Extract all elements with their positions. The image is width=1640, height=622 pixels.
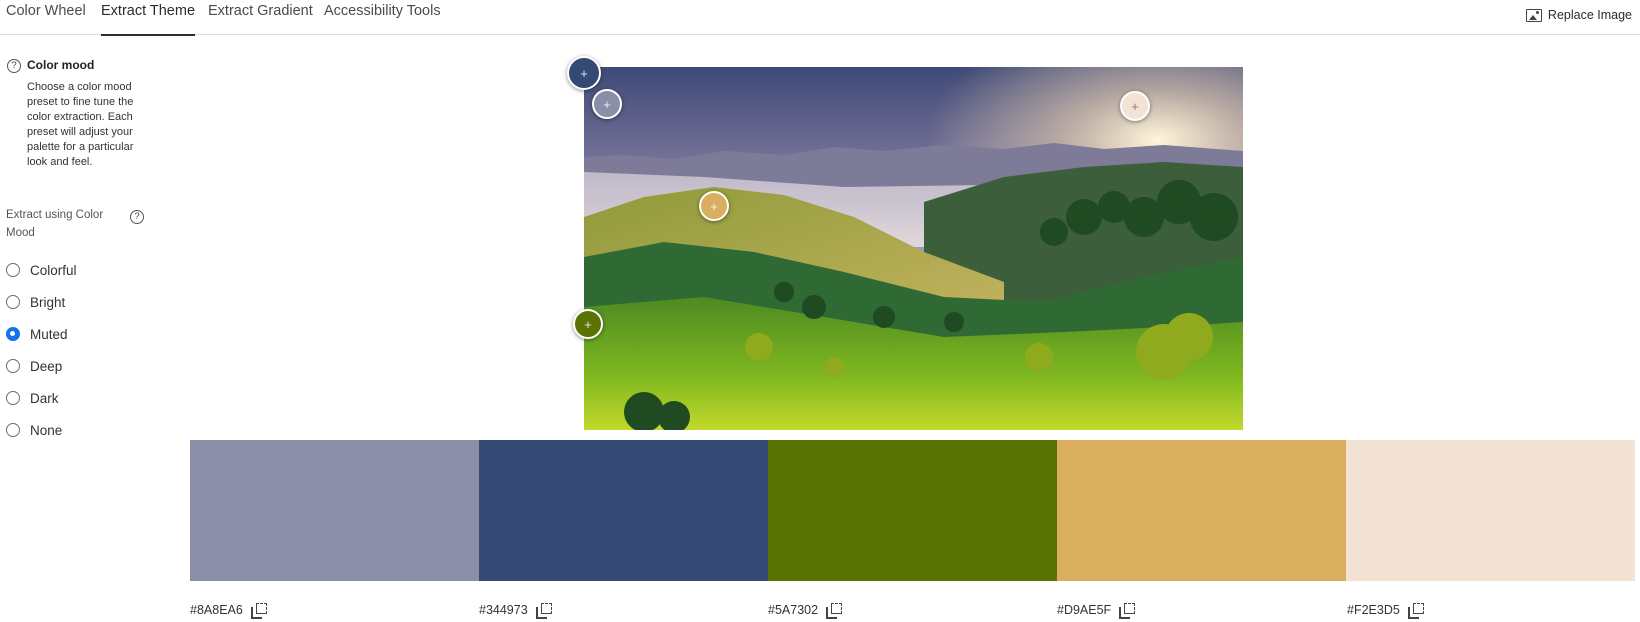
color-picker-handle[interactable]: + xyxy=(1120,91,1150,121)
color-picker-handle[interactable]: + xyxy=(699,191,729,221)
hex-value[interactable]: #F2E3D5 xyxy=(1347,603,1400,617)
extract-mood-label: Extract using Color Mood xyxy=(6,209,104,239)
color-swatch[interactable] xyxy=(479,440,768,581)
color-swatch[interactable] xyxy=(190,440,479,581)
swatch-hex-row: #8A8EA6 xyxy=(190,600,267,620)
color-swatch[interactable] xyxy=(1057,440,1346,581)
mood-option-bright[interactable]: Bright xyxy=(6,292,65,312)
source-image xyxy=(584,67,1243,430)
mood-option-dark[interactable]: Dark xyxy=(6,388,59,408)
mood-option-label: None xyxy=(30,422,63,438)
color-picker-handle[interactable]: + xyxy=(567,56,601,90)
tab-accessibility-tools[interactable]: Accessibility Tools xyxy=(324,0,441,35)
tab-extract-gradient[interactable]: Extract Gradient xyxy=(208,0,313,35)
copy-icon[interactable] xyxy=(250,603,267,619)
radio-button[interactable] xyxy=(6,359,20,373)
landscape-image xyxy=(584,67,1243,430)
radio-button[interactable] xyxy=(6,263,20,277)
help-icon[interactable]: ? xyxy=(7,59,21,73)
color-swatch[interactable] xyxy=(1346,440,1635,581)
mood-option-none[interactable]: None xyxy=(6,420,62,440)
help-icon[interactable]: ? xyxy=(130,210,144,224)
copy-icon[interactable] xyxy=(1119,603,1136,619)
color-picker-handle[interactable]: + xyxy=(592,89,622,119)
radio-button[interactable] xyxy=(6,423,20,437)
mood-option-colorful[interactable]: Colorful xyxy=(6,260,77,280)
mood-option-muted[interactable]: Muted xyxy=(6,324,68,344)
mood-option-label: Bright xyxy=(30,294,66,310)
radio-button-checked[interactable] xyxy=(6,327,20,341)
color-mood-description: Choose a color mood preset to fine tune … xyxy=(27,81,134,168)
hex-value[interactable]: #8A8EA6 xyxy=(190,603,243,617)
hex-value[interactable]: #344973 xyxy=(479,603,528,617)
radio-button[interactable] xyxy=(6,391,20,405)
mood-option-label: Colorful xyxy=(30,262,77,278)
swatch-hex-row: #D9AE5F xyxy=(1057,600,1136,620)
mood-option-label: Dark xyxy=(30,390,59,406)
hex-value[interactable]: #D9AE5F xyxy=(1057,603,1111,617)
mood-option-label: Muted xyxy=(30,326,68,342)
top-nav: Color Wheel Extract Theme Extract Gradie… xyxy=(0,0,1640,36)
mood-option-label: Deep xyxy=(30,358,63,374)
copy-icon[interactable] xyxy=(535,603,552,619)
tab-extract-theme[interactable]: Extract Theme xyxy=(101,0,196,36)
swatch-hex-row: #F2E3D5 xyxy=(1347,600,1424,620)
copy-icon[interactable] xyxy=(826,603,843,619)
palette-swatches xyxy=(190,440,1635,581)
image-icon xyxy=(1525,8,1542,22)
replace-image-label: Replace Image xyxy=(1547,8,1632,22)
hex-value[interactable]: #5A7302 xyxy=(768,603,818,617)
swatch-hex-row: #344973 xyxy=(479,600,552,620)
mood-option-deep[interactable]: Deep xyxy=(6,356,62,376)
radio-button[interactable] xyxy=(6,295,20,309)
copy-icon[interactable] xyxy=(1407,603,1424,619)
color-picker-handle[interactable]: + xyxy=(573,309,603,339)
replace-image-button[interactable]: Replace Image xyxy=(1525,6,1632,24)
color-mood-title: Color mood xyxy=(27,58,95,72)
swatch-hex-row: #5A7302 xyxy=(768,600,843,620)
tab-color-wheel[interactable]: Color Wheel xyxy=(6,0,86,35)
color-swatch[interactable] xyxy=(768,440,1057,581)
